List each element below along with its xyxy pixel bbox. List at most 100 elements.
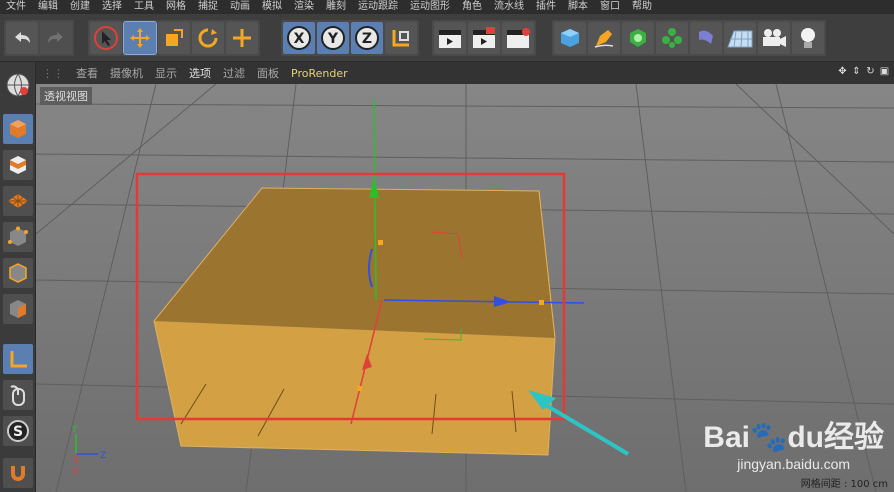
view-menu-panel[interactable]: 面板 (251, 65, 285, 81)
axis-x-icon: X (287, 26, 311, 50)
menu-select[interactable]: 选择 (96, 0, 128, 14)
array-button[interactable] (656, 22, 688, 54)
axis-z-label: Z (362, 31, 372, 47)
floor-grid-icon (727, 30, 753, 48)
view-menu-options[interactable]: 选项 (183, 65, 217, 81)
axis-z-label: Z (100, 451, 106, 461)
model-mode-button[interactable] (3, 114, 33, 144)
render-settings-button[interactable] (502, 22, 534, 54)
points-mode-button[interactable] (3, 222, 33, 252)
lightbulb-icon (801, 28, 815, 48)
axis-z-button[interactable]: Z (351, 22, 383, 54)
workplane-mode-button[interactable] (3, 186, 33, 216)
make-editable-button[interactable] (3, 70, 33, 100)
menu-snap[interactable]: 捕捉 (192, 0, 224, 14)
axis-y-icon: Y (321, 26, 345, 50)
recent-tool-button[interactable] (226, 22, 258, 54)
texture-mode-button[interactable] (3, 150, 33, 180)
cube-icon (561, 29, 579, 47)
floor-button[interactable] (724, 22, 756, 54)
mouse-icon (10, 385, 25, 406)
history-group (4, 20, 74, 56)
polygons-mode-button[interactable] (3, 294, 33, 324)
coordinate-system-button[interactable] (385, 22, 417, 54)
select-tool-button[interactable] (90, 22, 122, 54)
menu-pipeline[interactable]: 流水线 (488, 0, 530, 14)
snapping-button[interactable]: S (3, 416, 33, 446)
globe-icon (6, 73, 30, 97)
deformer-button[interactable] (690, 22, 722, 54)
scale-tool-button[interactable] (158, 22, 190, 54)
bend-icon (699, 30, 713, 44)
pen-spline-button[interactable] (588, 22, 620, 54)
maximize-icon[interactable]: ▣ (879, 66, 890, 78)
paw-icon: 🐾 (749, 421, 788, 454)
axis-z-icon: Z (355, 26, 379, 50)
cube-object-button[interactable] (554, 22, 586, 54)
render-picture-viewer-button[interactable] (468, 22, 500, 54)
coordinate-system-icon (392, 30, 409, 47)
menu-bar: 文件 编辑 创建 选择 工具 网格 捕捉 动画 模拟 渲染 雕刻 运动跟踪 运动… (0, 0, 894, 14)
menu-animate[interactable]: 动画 (224, 0, 256, 14)
light-button[interactable] (792, 22, 824, 54)
clapper-settings-icon (507, 28, 530, 48)
view-menu-prorender[interactable]: ProRender (285, 67, 354, 80)
grid-spacing-readout: 网格间距 : 100 cm (800, 479, 888, 490)
axis-y-label: Y (327, 31, 339, 47)
axis-y-label: Y (71, 425, 78, 435)
view-menu-cameras[interactable]: 摄像机 (104, 65, 149, 81)
perspective-viewport[interactable]: Y Z X 透视视图 Bai🐾du经验 jingyan.baidu.com 网格… (36, 84, 894, 492)
menu-motion-tracking[interactable]: 运动跟踪 (352, 0, 404, 14)
axis-y-button[interactable]: Y (317, 22, 349, 54)
drag-handle-icon[interactable]: ⋮⋮ (36, 67, 70, 80)
view-menu-view[interactable]: 查看 (70, 65, 104, 81)
polygons-cube-icon (10, 300, 26, 318)
magnet-icon (11, 466, 25, 481)
magnet-button[interactable] (3, 458, 33, 488)
subdivision-surface-button[interactable] (622, 22, 654, 54)
mode-palette: S (0, 62, 36, 492)
menu-render[interactable]: 渲染 (288, 0, 320, 14)
view-menu-display[interactable]: 显示 (149, 65, 183, 81)
clapper-icon (439, 30, 461, 48)
redo-icon (48, 32, 63, 43)
camera-button[interactable] (758, 22, 790, 54)
menu-help[interactable]: 帮助 (626, 0, 658, 14)
snap-s-icon: S (7, 420, 29, 442)
view-menu-filter[interactable]: 过滤 (217, 65, 251, 81)
move-icon (130, 28, 150, 48)
move-tool-button[interactable] (123, 21, 157, 55)
baidu-watermark: Bai🐾du经验 jingyan.baidu.com (703, 412, 884, 472)
tweak-mode-button[interactable] (3, 380, 33, 410)
undo-button[interactable] (6, 22, 38, 54)
menu-tools[interactable]: 工具 (128, 0, 160, 14)
menu-file[interactable]: 文件 (0, 0, 32, 14)
dolly-icon[interactable]: ⇕ (851, 66, 862, 78)
orbit-icon[interactable]: ↻ (865, 66, 876, 78)
menu-edit[interactable]: 编辑 (32, 0, 64, 14)
menu-character[interactable]: 角色 (456, 0, 488, 14)
redo-button[interactable] (40, 22, 72, 54)
menu-mograph[interactable]: 运动图形 (404, 0, 456, 14)
subdivision-icon (630, 29, 646, 47)
menu-simulate[interactable]: 模拟 (256, 0, 288, 14)
move-cross-icon (233, 29, 251, 47)
menu-sculpt[interactable]: 雕刻 (320, 0, 352, 14)
baidu-url: jingyan.baidu.com (737, 456, 851, 472)
points-cube-icon (8, 226, 28, 246)
axis-x-label: X (72, 467, 78, 477)
menu-script[interactable]: 脚本 (562, 0, 594, 14)
edges-mode-button[interactable] (3, 258, 33, 288)
menu-create[interactable]: 创建 (64, 0, 96, 14)
render-view-button[interactable] (434, 22, 466, 54)
menu-window[interactable]: 窗口 (594, 0, 626, 14)
pan-icon[interactable]: ✥ (837, 66, 848, 78)
axis-x-button[interactable]: X (283, 22, 315, 54)
workplane-icon (8, 194, 28, 208)
viewport-menu: ⋮⋮ 查看 摄像机 显示 选项 过滤 面板 ProRender ✥ ⇕ ↻ ▣ (36, 62, 894, 84)
menu-mesh[interactable]: 网格 (160, 0, 192, 14)
menu-plugins[interactable]: 插件 (530, 0, 562, 14)
enable-axis-button[interactable] (3, 344, 33, 374)
rotate-tool-button[interactable] (192, 22, 224, 54)
rotate-icon (198, 28, 218, 48)
